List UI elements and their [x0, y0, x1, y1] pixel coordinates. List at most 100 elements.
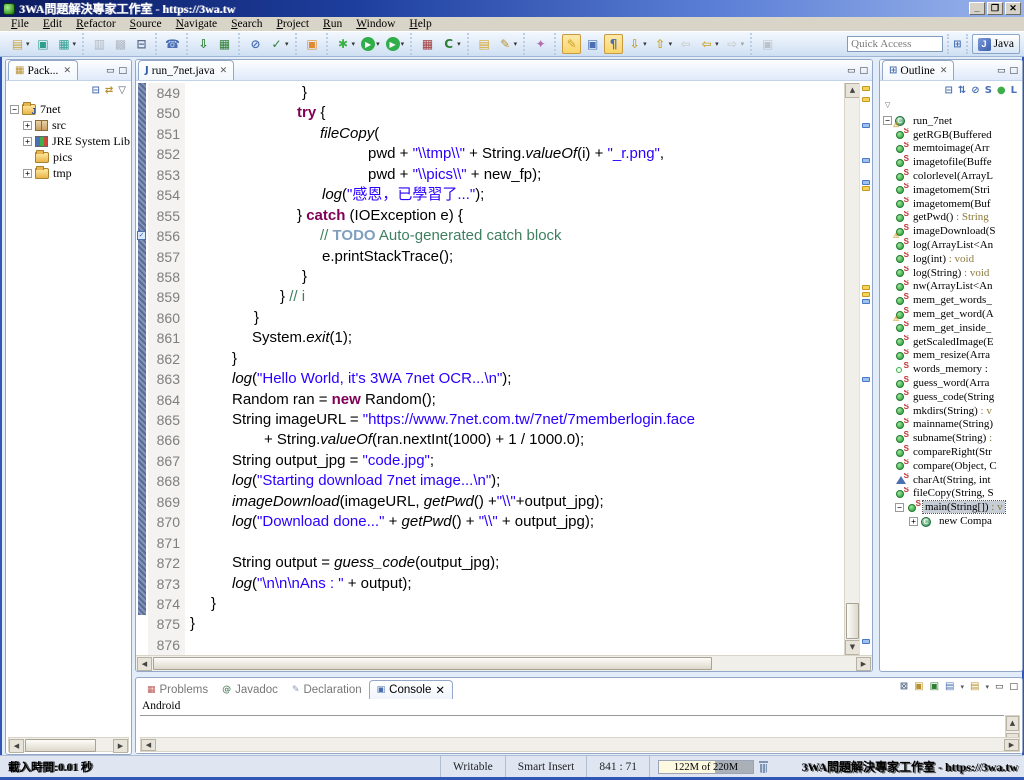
collapse-all-button[interactable]: ⊟ [92, 85, 100, 96]
outline-item-colorlevel-arrayl[interactable]: Scolorlevel(ArrayL [883, 169, 1022, 183]
warning-marker[interactable] [862, 86, 870, 91]
open-type-button[interactable]: ✦ [531, 34, 550, 54]
outline-item-compare-object-c[interactable]: Scompare(Object, C [883, 459, 1022, 473]
debug-button[interactable]: ✱ ▾ [334, 34, 358, 54]
editor-vscrollbar[interactable]: ▲ ▼ [844, 83, 860, 655]
menu-source[interactable]: Source [123, 18, 169, 31]
menu-file[interactable]: File [4, 18, 36, 31]
link-with-editor-button[interactable]: ⇄ [105, 85, 113, 96]
chevron-down-icon[interactable]: ▾ [376, 40, 380, 48]
open-console-button[interactable]: ▤ [970, 681, 979, 692]
new-project-button[interactable]: ▦ ▾ [55, 34, 79, 54]
new-connection-button[interactable]: ▣ [34, 34, 53, 54]
expand-icon[interactable]: + [909, 516, 918, 526]
scroll-lock-button[interactable]: ▣ [914, 681, 923, 692]
maximize-view-icon[interactable]: □ [859, 66, 868, 76]
expand-icon[interactable]: + [23, 168, 32, 178]
view-menu-icon[interactable]: ▽ [885, 101, 890, 109]
clear-console-button[interactable]: ⊠ [900, 681, 908, 692]
open-perspective-icon[interactable]: ⊞ [953, 39, 961, 50]
outline-item-imagetomem-buf[interactable]: Simagetomem(Buf [883, 197, 1022, 211]
menu-window[interactable]: Window [349, 18, 402, 31]
outline-item-new-compa[interactable]: + Cnew Compa [883, 514, 1022, 528]
expand-icon[interactable]: + [23, 120, 32, 130]
warning-marker[interactable] [862, 97, 870, 102]
save-button[interactable]: ▥ [90, 34, 109, 54]
collapse-icon[interactable]: − [895, 502, 904, 512]
info-marker[interactable] [862, 639, 870, 644]
run-last-button[interactable]: ▶ ▾ [384, 34, 407, 54]
chevron-down-icon[interactable]: ▾ [352, 40, 356, 48]
verify-button[interactable]: ✓ ▾ [267, 34, 291, 54]
warning-marker[interactable] [862, 285, 870, 290]
chevron-down-icon[interactable]: ▾ [715, 40, 719, 48]
chevron-down-icon[interactable]: ▾ [643, 40, 647, 48]
outline-item-getpwd-[interactable]: SgetPwd() : String [883, 211, 1022, 225]
console-hscrollbar[interactable]: ◀ ▶ [140, 737, 1020, 752]
outline-item-mem_get_words_[interactable]: Smem_get_words_ [883, 293, 1022, 307]
editor-hscrollbar[interactable]: ◀ ▶ [136, 655, 872, 671]
outline-item-guess_word-arra[interactable]: Sguess_word(Arra [883, 376, 1022, 390]
external-tools-button[interactable]: ✎ ▾ [496, 34, 520, 54]
close-icon[interactable]: ✕ [435, 683, 445, 697]
outline-item-compareright-str[interactable]: ScompareRight(Str [883, 445, 1022, 459]
new-wizard-button[interactable]: ▤ ▾ [8, 34, 32, 54]
tab-javadoc[interactable]: @ Javadoc [215, 680, 285, 699]
hide-local-types-button[interactable]: L [1011, 85, 1017, 96]
view-menu-button[interactable]: ▽ [118, 85, 126, 96]
last-edit-location-button[interactable]: ⇦ [676, 34, 695, 54]
close-icon[interactable]: ✕ [220, 66, 228, 76]
close-icon[interactable]: ✕ [940, 66, 948, 76]
tree-item-jre-system-lib[interactable]: + JRE System Lib [10, 133, 131, 149]
minimize-view-icon[interactable]: ▭ [995, 682, 1004, 692]
maximize-view-icon[interactable]: □ [1009, 66, 1018, 76]
package-explorer-hscrollbar[interactable]: ◀ ▶ [8, 737, 129, 753]
info-marker[interactable] [862, 299, 870, 304]
chevron-down-icon[interactable]: ▾ [960, 683, 964, 691]
new-android-project-button[interactable]: ▣ [303, 34, 322, 54]
collapse-all-button[interactable]: ⊟ [945, 85, 953, 96]
android-sdk-manager-button[interactable]: ⇩ [194, 34, 213, 54]
chevron-down-icon[interactable]: ▾ [285, 40, 289, 48]
close-icon[interactable]: ✕ [63, 66, 71, 76]
chevron-down-icon[interactable]: ▾ [669, 40, 673, 48]
display-console-button[interactable]: ▤ [945, 681, 954, 692]
tab-console[interactable]: ▣ Console ✕ [368, 680, 454, 699]
outline-item-imagedownload-s[interactable]: S ⚠ imageDownload(S [883, 224, 1022, 238]
outline-item-log-arraylist-an[interactable]: Slog(ArrayList<An [883, 238, 1022, 252]
outline-item-words_memory-[interactable]: Swords_memory : [883, 362, 1022, 376]
new-class-button[interactable]: C ▾ [439, 34, 463, 54]
outline-item-mem_get_inside_[interactable]: Smem_get_inside_ [883, 321, 1022, 335]
run-button[interactable]: ▶ ▾ [359, 34, 382, 54]
warning-marker[interactable] [862, 186, 870, 191]
pin-console-button[interactable]: ▣ [930, 681, 939, 692]
print-button[interactable]: ⊟ [132, 34, 151, 54]
chevron-down-icon[interactable]: ▾ [401, 40, 405, 48]
ddms-button[interactable]: ☎ [163, 34, 182, 54]
link-editor-button[interactable]: ▣ [583, 34, 602, 54]
show-whitespace-button[interactable]: ¶ [604, 34, 624, 54]
quick-access-input[interactable] [847, 36, 944, 52]
outline-item-imagetofile-buffe[interactable]: Simagetofile(Buffe [883, 155, 1022, 169]
minimize-view-icon[interactable]: ▭ [106, 66, 115, 76]
collapse-icon[interactable]: − [883, 116, 892, 126]
outline-item-nw-arraylist-an[interactable]: Snw(ArrayList<An [883, 280, 1022, 294]
outline-item-mem_get_word-a[interactable]: S ⚠ mem_get_word(A [883, 307, 1022, 321]
junit-button[interactable]: ▦ [418, 34, 437, 54]
minimize-button[interactable]: _ [969, 2, 985, 15]
tab-problems[interactable]: ▦ Problems [140, 680, 215, 699]
tree-item-tmp[interactable]: + tmp [10, 165, 131, 181]
close-button[interactable]: ✕ [1005, 2, 1021, 15]
tree-item-7net[interactable]: − 7net [10, 101, 131, 117]
pin-editor-button[interactable]: ▣ [758, 34, 777, 54]
save-all-button[interactable]: ▩ [111, 34, 130, 54]
outline-tab[interactable]: ⊞ Outline ✕ [882, 60, 955, 80]
menu-help[interactable]: Help [402, 18, 438, 31]
outline-item-log-string-[interactable]: Slog(String) : void [883, 266, 1022, 280]
tree-item-pics[interactable]: pics [10, 149, 131, 165]
outline-item-log-int-[interactable]: Slog(int) : void [883, 252, 1022, 266]
chevron-down-icon[interactable]: ▾ [985, 683, 989, 691]
overview-ruler[interactable] [859, 83, 872, 655]
outline-item-guess_code-string[interactable]: Sguess_code(String [883, 390, 1022, 404]
info-marker[interactable] [862, 123, 870, 128]
